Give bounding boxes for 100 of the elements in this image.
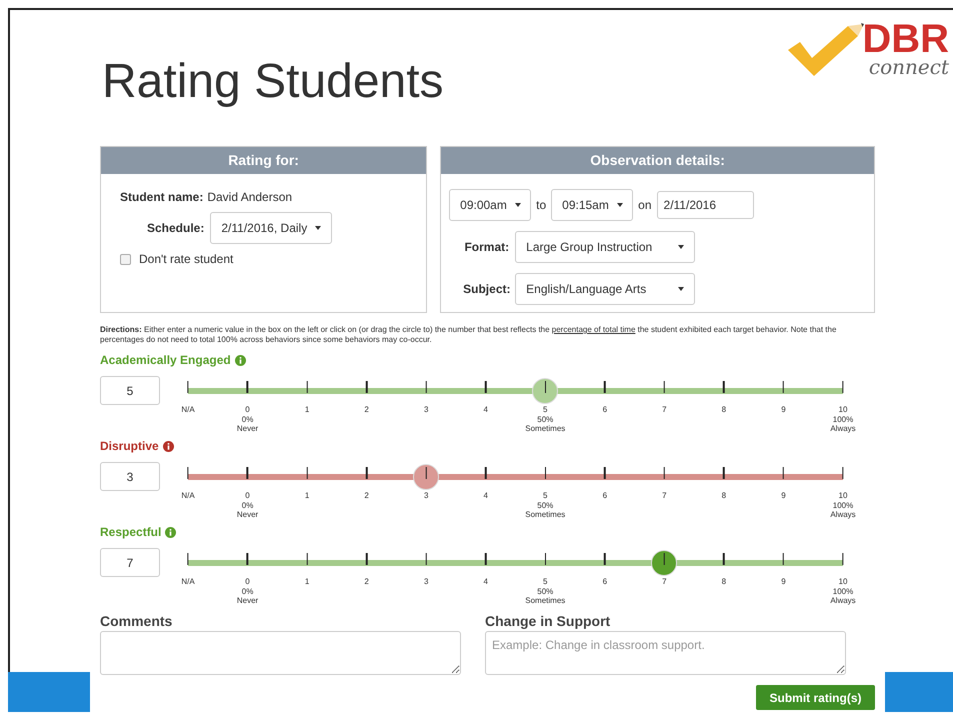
end-time-select[interactable]: 09:15am	[551, 189, 634, 221]
date-separator: on	[638, 197, 652, 214]
comments-field[interactable]	[100, 631, 461, 675]
comments-label: Comments	[100, 612, 174, 631]
frequency-label: Always	[830, 424, 856, 433]
tick-mark	[187, 553, 189, 565]
tick-label: 7	[662, 577, 667, 587]
panel-header: Observation details:	[441, 147, 874, 174]
subject-select[interactable]: English/Language Arts	[515, 273, 696, 305]
tick-label: 0	[245, 405, 250, 415]
percent-label: 100%	[832, 415, 854, 424]
tick-label: 2	[364, 405, 369, 415]
tick-mark	[366, 467, 368, 479]
tick-mark	[425, 553, 427, 565]
tick-label: 4	[484, 577, 488, 587]
tick-mark	[246, 553, 248, 565]
tick-label: 10	[838, 405, 848, 415]
tick-mark	[842, 381, 844, 393]
tick-mark	[723, 553, 725, 565]
logo-wordmark: DBR	[862, 21, 949, 57]
tick-label: N/A	[181, 405, 195, 415]
slider-thumb[interactable]	[532, 378, 558, 404]
tick-label: 3	[424, 577, 428, 587]
value-field[interactable]: 5	[100, 376, 160, 405]
schedule-select[interactable]: 2/11/2016, Daily	[210, 212, 332, 244]
tick-label: 5	[543, 577, 548, 587]
format-select[interactable]: Large Group Instruction	[515, 231, 696, 263]
time-separator: to	[536, 197, 546, 214]
percent-label: 50%	[537, 415, 554, 424]
percent-label: 50%	[537, 501, 554, 510]
tick-mark	[544, 381, 546, 393]
percent-label: 100%	[832, 587, 854, 596]
field-label: Format:	[463, 239, 510, 256]
tick-mark	[187, 467, 189, 479]
percent-label: 0%	[242, 415, 254, 424]
percent-label: 0%	[242, 501, 254, 510]
start-time-select[interactable]: 09:00am	[449, 189, 532, 221]
tick-mark	[842, 467, 844, 479]
date-field[interactable]: 2/11/2016	[656, 191, 754, 219]
percent-label: 0%	[242, 587, 254, 596]
tick-mark	[246, 467, 248, 479]
tick-label: 5	[543, 405, 548, 415]
tick-mark	[306, 467, 308, 479]
tick-mark	[723, 467, 725, 479]
value-field[interactable]: 3	[100, 462, 160, 491]
tick-label: 10	[838, 491, 848, 501]
percent-label: 100%	[832, 501, 854, 510]
info-icon	[162, 440, 174, 452]
tick-mark	[664, 467, 666, 479]
caret-icon	[678, 245, 684, 249]
behavior-label: Respectful	[100, 524, 162, 541]
tick-label: 9	[781, 491, 786, 501]
behavior-label: Disruptive	[100, 438, 159, 455]
caret-icon	[514, 203, 521, 207]
tick-mark	[366, 553, 368, 565]
caret-icon	[315, 226, 322, 230]
slider-thumb[interactable]	[651, 550, 678, 576]
support-field[interactable]: Example: Change in classroom support.	[485, 631, 846, 675]
behavior-label: Academically Engaged	[100, 352, 231, 369]
tick-mark	[782, 467, 784, 479]
checkbox[interactable]	[120, 254, 131, 264]
field-label: Student name:	[120, 189, 204, 206]
tick-mark	[484, 467, 486, 479]
checkbox-label: Don't rate student	[139, 251, 234, 268]
tick-label: 0	[245, 577, 250, 587]
support-label: Change in Support	[485, 612, 612, 631]
tick-mark	[664, 381, 666, 393]
tick-mark	[306, 381, 308, 393]
tick-mark	[544, 467, 546, 479]
tick-mark	[842, 553, 844, 565]
slide-title: Rating Students	[102, 54, 444, 110]
tick-label: 8	[722, 405, 726, 415]
tick-label: 9	[781, 577, 786, 587]
percent-label: 50%	[537, 587, 554, 596]
tick-label: 2	[364, 577, 369, 587]
panel-header: Rating for:	[101, 147, 426, 174]
tick-label: 4	[484, 405, 488, 415]
frequency-label: Never	[236, 596, 258, 605]
submit-button[interactable]: Submit rating(s)	[756, 685, 875, 710]
field-label: Schedule:	[147, 220, 204, 237]
value-field[interactable]: 7	[100, 548, 160, 577]
tick-label: N/A	[181, 491, 195, 501]
tick-mark	[723, 381, 725, 393]
tick-label: 8	[722, 577, 726, 587]
tick-label: 7	[662, 405, 667, 415]
tick-mark	[246, 381, 248, 393]
field-label: Subject:	[463, 281, 510, 298]
tick-label: 9	[781, 405, 786, 415]
directions-link[interactable]: percentage of total time	[552, 325, 636, 334]
frequency-label: Always	[830, 596, 856, 605]
slider-thumb[interactable]	[413, 464, 440, 490]
tick-mark	[604, 381, 606, 393]
tick-mark	[484, 381, 486, 393]
tick-label: 0	[245, 491, 250, 501]
tick-mark	[306, 553, 308, 565]
tick-label: 3	[424, 405, 428, 415]
frequency-label: Sometimes	[525, 510, 566, 519]
tick-mark	[604, 553, 606, 565]
tick-label: N/A	[181, 577, 195, 587]
tick-mark	[366, 381, 368, 393]
